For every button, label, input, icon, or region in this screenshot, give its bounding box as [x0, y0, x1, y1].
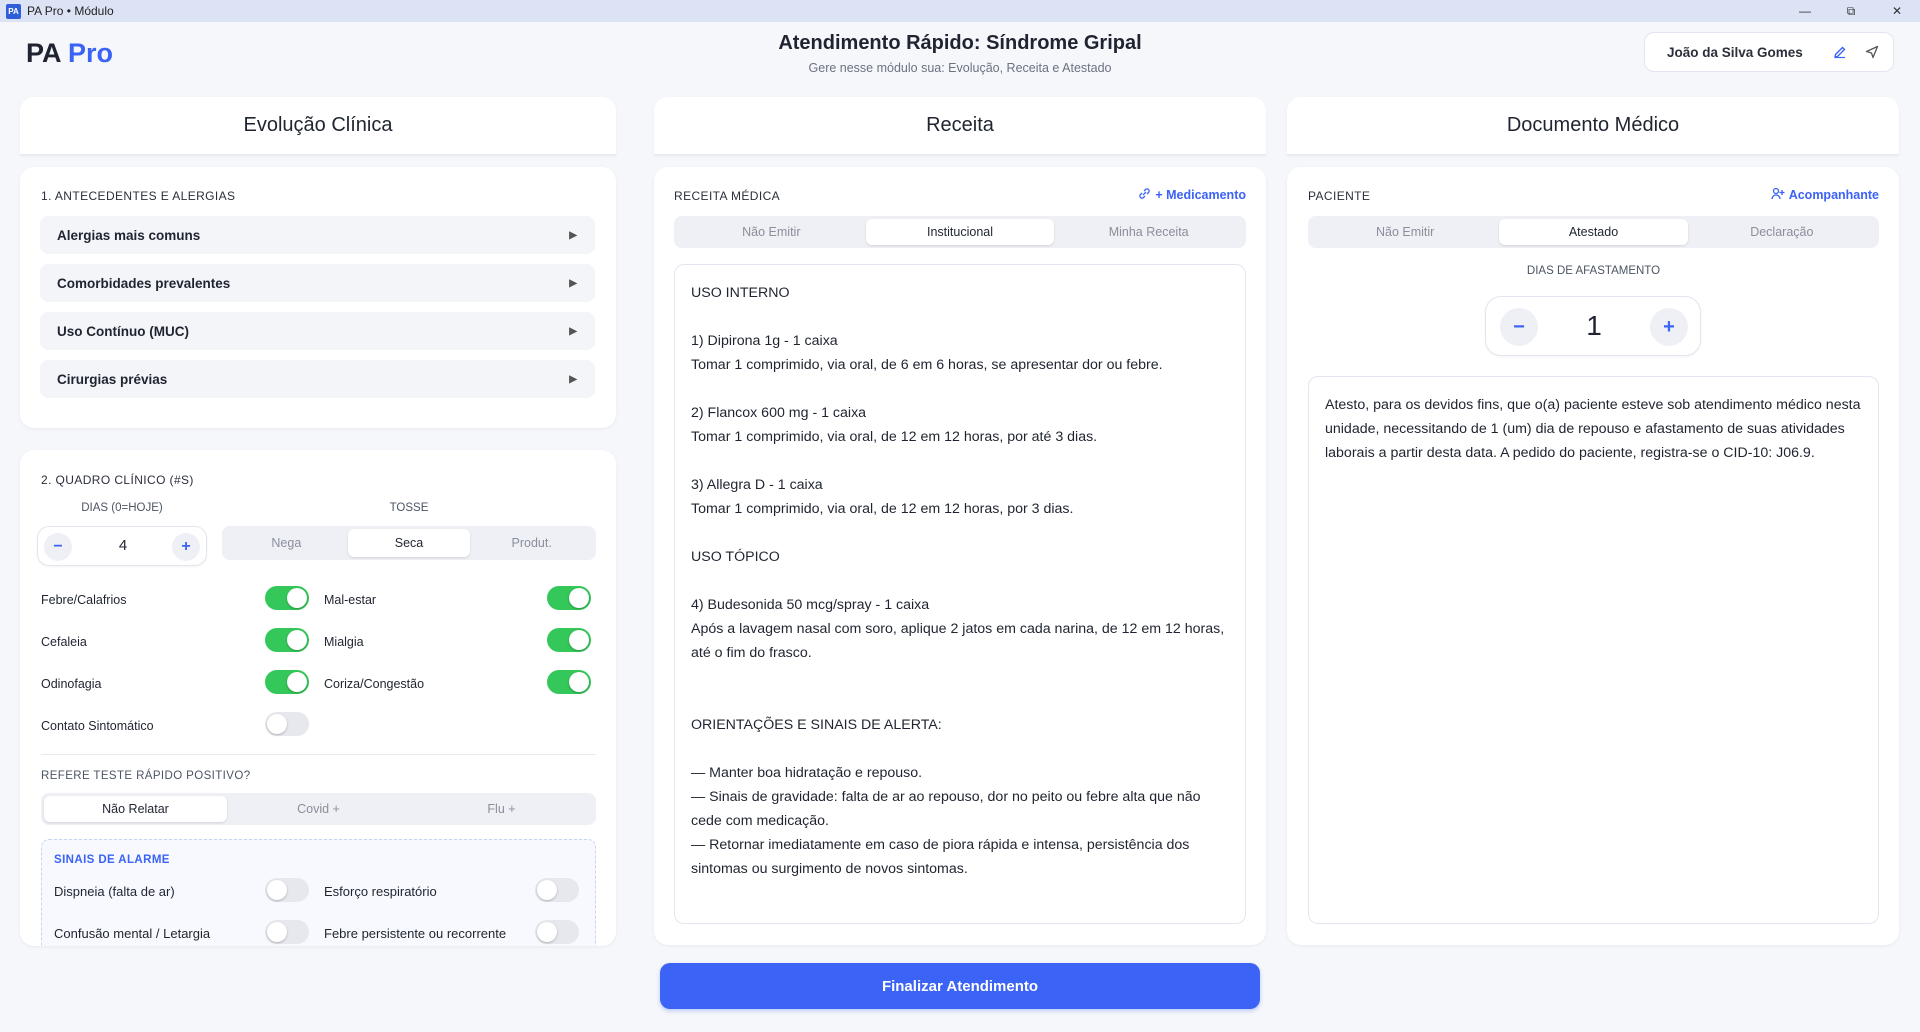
accordion-cirurgias[interactable]: Cirurgias prévias ▶: [40, 360, 595, 398]
tosse-option-nega[interactable]: Nega: [225, 529, 348, 557]
symptom-label-contato: Contato Sintomático: [41, 719, 154, 733]
restore-button[interactable]: ⧉: [1828, 0, 1874, 22]
window-titlebar: PA PA Pro • Módulo — ⧉ ✕: [0, 0, 1920, 22]
quadro-clinico-card: 2. QUADRO CLÍNICO (#S) DIAS (0=HOJE) − 4…: [20, 450, 616, 946]
receita-option-institucional[interactable]: Institucional: [865, 219, 1055, 245]
symptom-label-odinofagia: Odinofagia: [41, 677, 102, 691]
finalizar-atendimento-button[interactable]: Finalizar Atendimento: [660, 963, 1260, 1009]
caret-right-icon: ▶: [569, 277, 577, 289]
documento-option-nao-emitir[interactable]: Não Emitir: [1311, 219, 1499, 245]
toggle-contato[interactable]: [265, 712, 309, 736]
minus-button[interactable]: −: [44, 533, 72, 561]
toggle-esforco[interactable]: [535, 878, 579, 902]
alarme-label-confusao: Confusão mental / Letargia: [54, 926, 211, 941]
panel-evolucao-header: Evolução Clínica: [20, 97, 616, 155]
receita-card: RECEITA MÉDICA + Medicamento Não Emitir …: [654, 167, 1266, 945]
caret-right-icon: ▶: [569, 229, 577, 241]
tosse-label: TOSSE: [389, 502, 429, 514]
toggle-odinofagia[interactable]: [265, 670, 309, 694]
toggle-coriza[interactable]: [547, 670, 591, 694]
dias-value[interactable]: 4: [78, 537, 168, 554]
window-title: PA Pro • Módulo: [27, 4, 114, 18]
user-name: João da Silva Gomes: [1667, 44, 1803, 60]
accordion-comorbidades[interactable]: Comorbidades prevalentes ▶: [40, 264, 595, 302]
plus-button[interactable]: +: [172, 533, 200, 561]
afastamento-value[interactable]: 1: [1546, 310, 1642, 342]
toggle-mialgia[interactable]: [547, 628, 591, 652]
receita-title: RECEITA MÉDICA: [674, 189, 781, 203]
close-button[interactable]: ✕: [1874, 0, 1920, 22]
antecedentes-title: 1. ANTECEDENTES E ALERGIAS: [41, 189, 236, 203]
symptom-label-cefaleia: Cefaleia: [41, 635, 87, 649]
page-subtitle: Gere nesse módulo sua: Evolução, Receita…: [808, 61, 1112, 75]
toggle-confusao[interactable]: [265, 920, 309, 944]
documento-option-declaracao[interactable]: Declaração: [1688, 219, 1876, 245]
accordion-alergias[interactable]: Alergias mais comuns ▶: [40, 216, 595, 254]
divider: [41, 754, 596, 755]
documento-card: PACIENTE Acompanhante Não Emitir Atestad…: [1287, 167, 1899, 945]
dias-label: DIAS (0=HOJE): [81, 502, 163, 514]
teste-label: REFERE TESTE RÁPIDO POSITIVO?: [41, 770, 251, 782]
panel-documento-header: Documento Médico: [1287, 97, 1899, 155]
app-logo-icon: PA: [6, 3, 21, 19]
teste-segmented: Não Relatar Covid + Flu +: [41, 793, 596, 825]
alarme-label-dispneia: Dispneia (falta de ar): [54, 884, 175, 899]
dias-stepper: − 4 +: [37, 526, 207, 566]
receita-segmented: Não Emitir Institucional Minha Receita: [674, 216, 1246, 248]
receita-option-minha-receita[interactable]: Minha Receita: [1054, 219, 1243, 245]
symptom-label-mal-estar: Mal-estar: [324, 593, 377, 607]
caret-right-icon: ▶: [569, 373, 577, 385]
paciente-title: PACIENTE: [1308, 189, 1371, 203]
atestado-textarea[interactable]: Atesto, para os devidos fins, que o(a) p…: [1308, 376, 1879, 924]
page-title: Atendimento Rápido: Síndrome Gripal: [778, 32, 1142, 54]
symptom-label-coriza: Coriza/Congestão: [324, 677, 425, 691]
minus-button[interactable]: −: [1500, 308, 1538, 346]
alarme-box: SINAIS DE ALARME Dispneia (falta de ar) …: [41, 839, 596, 946]
link-icon: [1138, 187, 1151, 203]
tosse-option-seca[interactable]: Seca: [347, 529, 471, 557]
alarme-title: SINAIS DE ALARME: [54, 854, 170, 866]
add-acompanhante-button[interactable]: Acompanhante: [1771, 187, 1879, 203]
toggle-febre[interactable]: [265, 586, 309, 610]
toggle-dispneia[interactable]: [265, 878, 309, 902]
teste-option-nao-relatar[interactable]: Não Relatar: [44, 796, 227, 822]
user-box: João da Silva Gomes: [1644, 32, 1894, 72]
quadro-title: 2. QUADRO CLÍNICO (#S): [41, 473, 194, 487]
add-medicamento-button[interactable]: + Medicamento: [1138, 187, 1246, 203]
documento-segmented: Não Emitir Atestado Declaração: [1308, 216, 1879, 248]
documento-option-atestado[interactable]: Atestado: [1499, 219, 1688, 245]
toggle-cefaleia[interactable]: [265, 628, 309, 652]
receita-option-nao-emitir[interactable]: Não Emitir: [677, 219, 866, 245]
antecedentes-card: 1. ANTECEDENTES E ALERGIAS Alergias mais…: [20, 167, 616, 428]
alarme-label-febre-persistente: Febre persistente ou recorrente: [324, 926, 507, 941]
receita-textarea[interactable]: USO INTERNO 1) Dipirona 1g - 1 caixa Tom…: [674, 264, 1246, 924]
pencil-icon[interactable]: [1831, 43, 1849, 61]
toggle-mal-estar[interactable]: [547, 586, 591, 610]
symptom-label-mialgia: Mialgia: [324, 635, 364, 649]
toggle-febre-persistente[interactable]: [535, 920, 579, 944]
accordion-uso-continuo[interactable]: Uso Contínuo (MUC) ▶: [40, 312, 595, 350]
plus-button[interactable]: +: [1650, 308, 1688, 346]
tosse-option-produtiva[interactable]: Produt.: [470, 529, 593, 557]
alarme-label-esforco: Esforço respiratório: [324, 884, 437, 899]
tosse-segmented: Nega Seca Produt.: [222, 526, 596, 560]
send-icon[interactable]: [1863, 43, 1881, 61]
dias-afastamento-label: DIAS DE AFASTAMENTO: [1526, 265, 1661, 277]
user-plus-icon: [1771, 187, 1785, 203]
afastamento-stepper: − 1 +: [1485, 296, 1701, 356]
teste-option-covid[interactable]: Covid +: [227, 796, 410, 822]
teste-option-flu[interactable]: Flu +: [410, 796, 593, 822]
symptom-label-febre: Febre/Calafrios: [41, 593, 127, 607]
caret-right-icon: ▶: [569, 325, 577, 337]
minimize-button[interactable]: —: [1782, 0, 1828, 22]
panel-receita-header: Receita: [654, 97, 1266, 155]
